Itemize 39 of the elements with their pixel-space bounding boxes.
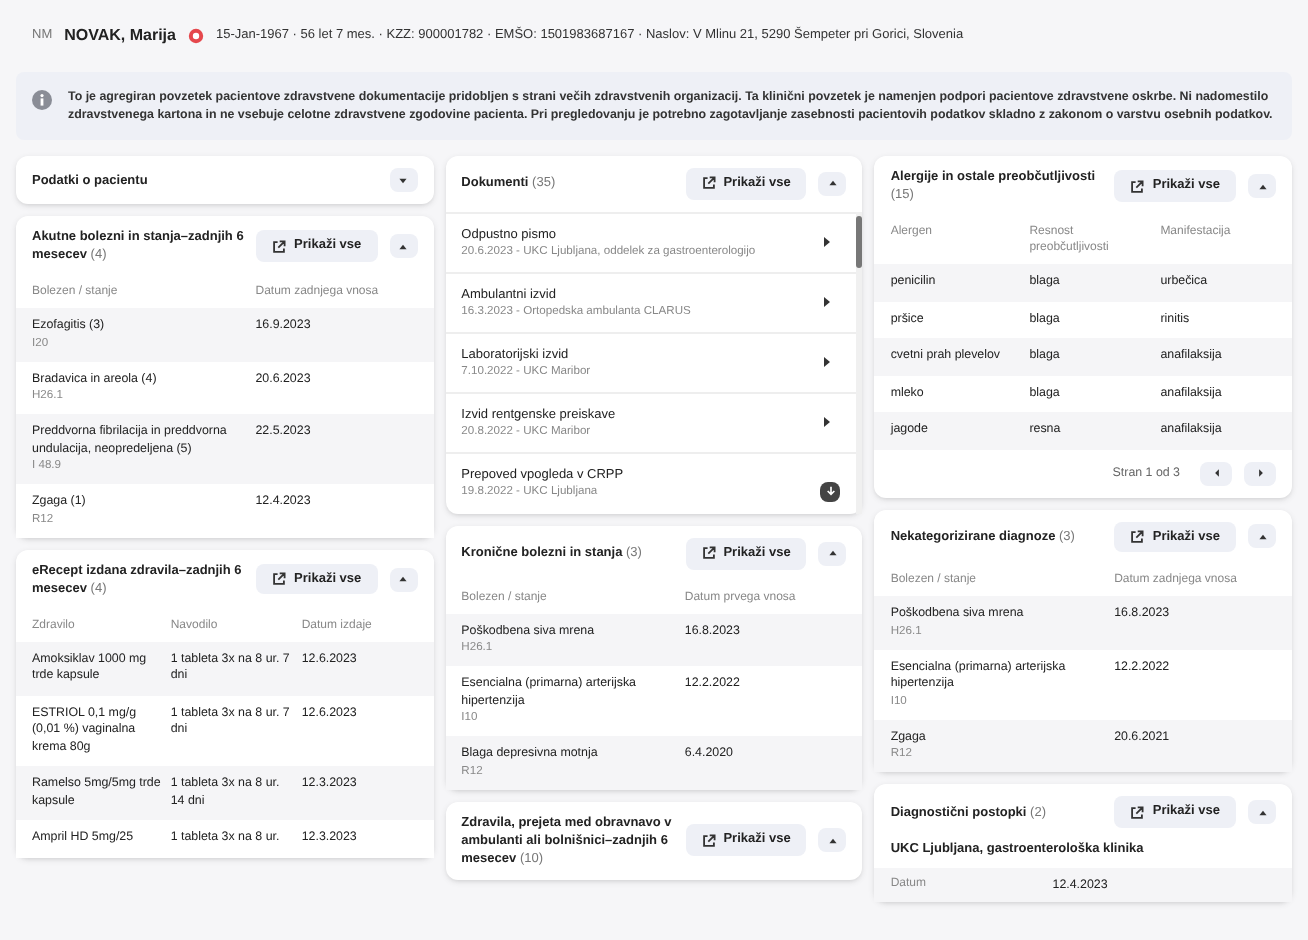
chevron-right-icon [822, 416, 833, 429]
external-link-icon [701, 546, 716, 561]
scrollbar-thumb[interactable] [856, 215, 863, 268]
arrow-down-icon [825, 486, 836, 497]
collapse-button[interactable] [389, 567, 418, 591]
info-icon [32, 90, 52, 110]
collapse-button[interactable] [389, 168, 418, 192]
external-link-icon [701, 176, 716, 191]
collapse-button[interactable] [818, 541, 847, 566]
external-link-icon [701, 833, 716, 847]
chevron-right-icon [822, 236, 833, 249]
external-link-icon [272, 572, 287, 586]
caret-up-icon [398, 574, 409, 584]
previous-page-button[interactable] [1200, 461, 1232, 485]
caret-right-icon [1255, 468, 1265, 478]
chevron-right-icon [822, 296, 833, 309]
caret-up-icon [827, 835, 838, 845]
caret-down-icon [398, 175, 409, 185]
chevron-right-icon [822, 356, 833, 369]
collapse-button[interactable] [818, 171, 847, 196]
collapse-button[interactable] [818, 828, 847, 852]
collapse-button[interactable] [1248, 800, 1276, 825]
external-link-icon [272, 239, 287, 253]
next-page-button[interactable] [1244, 461, 1276, 485]
caret-up-icon [398, 241, 409, 251]
caret-up-icon [1257, 181, 1267, 191]
caret-up-icon [827, 548, 838, 559]
caret-left-icon [1211, 468, 1221, 478]
download-button[interactable] [820, 481, 841, 502]
patient-name: NOVAK, Marija [64, 24, 176, 48]
collapse-button[interactable] [1248, 174, 1276, 198]
external-link-icon [1130, 179, 1145, 193]
external-link-icon [1130, 529, 1145, 544]
collapse-button[interactable] [1248, 524, 1276, 549]
external-link-icon [1130, 805, 1145, 820]
caret-up-icon [827, 178, 838, 189]
collapse-button[interactable] [389, 234, 418, 258]
caret-up-icon [1257, 807, 1267, 818]
caret-up-icon [1257, 531, 1267, 542]
